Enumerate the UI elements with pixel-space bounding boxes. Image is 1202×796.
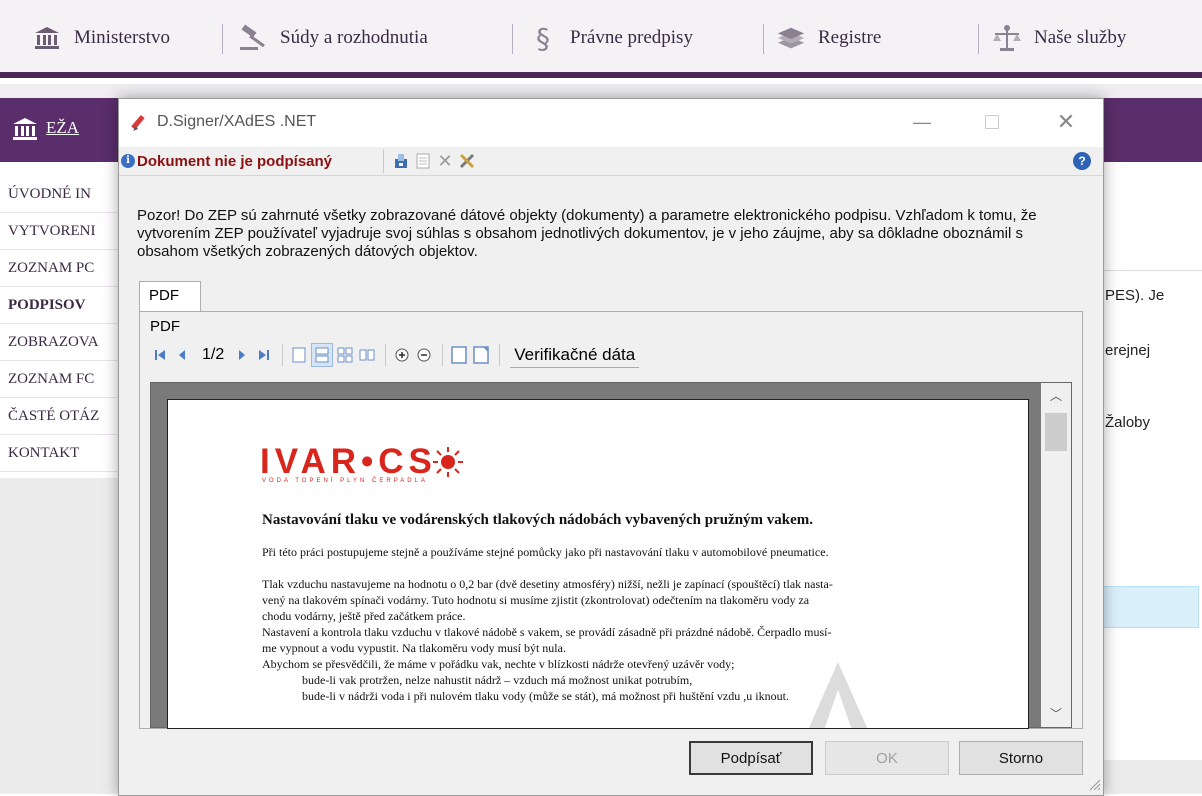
nav-label: Naše služby [1034,27,1127,48]
previous-page-icon[interactable] [172,344,192,366]
scroll-up-icon[interactable]: ︿ [1041,385,1071,407]
signer-dialog: D.Signer/XAdES .NET — ✕ i Dokument nie j… [118,98,1104,796]
bank-icon [12,116,38,147]
zoom-in-icon[interactable] [392,344,412,366]
minimize-button[interactable]: — [907,109,937,135]
scroll-thumb[interactable] [1045,413,1067,451]
sun-logo-icon [433,447,463,477]
books-icon [776,23,806,53]
dialog-toolbar: i Dokument nie je podpísaný ✕ ? [119,147,1103,176]
tab-pdf[interactable]: PDF [139,281,201,311]
document-paragraph: Abychom se přesvědčili, že máme v pořádk… [262,657,735,671]
portal-text-fragment: erejnej [1105,342,1151,359]
pdf-page: IVAR•CS VODA TOPENÍ PLYN ČERPADLA Nastav… [167,399,1029,729]
zep-notice: Pozor! Do ZEP sú zahrnuté všetky zobrazo… [137,207,1037,260]
cancel-button[interactable]: Storno [959,741,1083,775]
pdf-panel-label: PDF [150,318,180,335]
nav-label: Registre [818,27,882,48]
ivar-logo: IVAR•CS [260,442,463,482]
facing-pages-icon[interactable] [335,344,355,366]
document-paragraph: bude-li vak protržen, nelze nahustit nád… [302,673,693,687]
nav-item-sudy[interactable]: Súdy a rozhodnutia [238,20,428,56]
menu-item-zoznam-formularov[interactable]: ZOZNAM FC [0,361,120,398]
verification-data-button[interactable]: Verifikačné dáta [510,343,640,368]
maximize-button[interactable] [977,109,1007,135]
portal-left-menu: ÚVODNÉ IN VYTVORENI ZOZNAM PC PODPISOV Z… [0,176,120,472]
menu-item-zoznam-podani[interactable]: ZOZNAM PC [0,250,120,287]
sign-button[interactable]: Podpísať [689,741,813,775]
pdf-tab-panel: PDF 1/2 Verifikačné dáta IVAR•CS VODA TO… [139,311,1083,729]
portal-footer [1100,760,1202,794]
menu-item-podpisovanie[interactable]: PODPISOV [0,287,120,324]
scales-icon [992,23,1022,53]
portal-left-filler [0,478,120,794]
nav-item-registre[interactable]: Registre [776,20,881,56]
continuous-page-icon[interactable] [311,343,334,367]
first-page-icon[interactable] [150,344,170,366]
document-paragraph: bude-li v nádrži voda i při nulovém tlak… [302,689,789,703]
document-paragraph: chodu vodárny, ještě před začátkem práce… [262,609,466,623]
portal-text-fragment: PES). Je [1105,287,1165,304]
single-page-icon[interactable] [289,344,309,366]
tab-strip: PDF [139,281,1105,311]
delete-icon[interactable]: ✕ [435,151,455,171]
document-heading: Nastavování tlaku ve vodárenských tlakov… [262,512,814,528]
signature-status: i Dokument nie je podpísaný [121,150,332,172]
close-button[interactable]: ✕ [1051,109,1081,135]
tools-icon[interactable] [457,151,477,171]
paragraph-icon: § [536,21,550,55]
help-icon[interactable]: ? [1073,152,1091,170]
nav-label: Súdy a rozhodnutia [280,27,428,48]
menu-item-vytvorenie[interactable]: VYTVORENI [0,213,120,250]
document-paragraph: me vypnout a vodu vypustit. Na tlakoměru… [262,641,566,655]
menu-item-uvodne[interactable]: ÚVODNÉ IN [0,176,120,213]
pdf-viewer[interactable]: IVAR•CS VODA TOPENÍ PLYN ČERPADLA Nastav… [150,382,1072,729]
import-icon[interactable] [391,151,411,171]
nav-item-nase-sluzby[interactable]: Naše služby [992,20,1126,56]
two-page-icon[interactable] [357,344,377,366]
nav-label: Ministerstvo [74,27,171,48]
nav-label: Právne predpisy [570,27,693,48]
menu-item-zobrazovanie[interactable]: ZOBRAZOVA [0,324,120,361]
ivar-logo-subtitle: VODA TOPENÍ PLYN ČERPADLA [262,478,428,484]
menu-item-caste-otazky[interactable]: ČASTÉ OTÁZ [0,398,120,435]
portal-divider [1100,270,1202,271]
page-indicator: 1/2 [202,346,225,363]
dialog-titlebar[interactable]: D.Signer/XAdES .NET — ✕ [119,99,1103,147]
subheader-bar [0,84,1202,98]
document-paragraph: vený na tlakovém spínači vodárny. Tuto h… [262,593,810,607]
document-icon[interactable] [413,151,433,171]
ok-button[interactable]: OK [825,741,949,775]
fit-page-icon[interactable] [449,344,469,366]
pdf-toolbar: 1/2 Verifikačné dáta [150,342,640,368]
portal-text-fragment: Žaloby [1105,414,1151,431]
portal-title-link[interactable]: EŽA [46,118,79,138]
last-page-icon[interactable] [254,344,274,366]
gavel-icon [238,23,268,53]
document-paragraph: Nastavení a kontrola tlaku vzduchu v tla… [262,625,832,639]
nav-item-pravne-predpisy[interactable]: § Právne predpisy [528,20,693,56]
portal-info-box [1100,586,1199,628]
dialog-title: D.Signer/XAdES .NET [157,113,317,130]
document-paragraph: Tlak vzduchu nastavujeme na hodnotu o 0,… [262,577,833,591]
fit-width-icon[interactable] [471,344,491,366]
resize-grip-icon[interactable] [1085,775,1101,791]
zoom-out-icon[interactable] [414,344,434,366]
status-text: Dokument nie je podpísaný [137,152,333,170]
pen-icon [131,113,151,138]
menu-item-kontakt[interactable]: KONTAKT [0,435,120,472]
document-paragraph: Při této práci postupujeme stejně a použ… [262,545,829,559]
bank-icon [32,23,62,53]
info-icon: i [121,154,135,168]
nav-item-ministerstvo[interactable]: Ministerstvo [32,20,170,56]
next-page-icon[interactable] [232,344,252,366]
scroll-down-icon[interactable]: ﹀ [1041,703,1071,725]
top-navigation: Ministerstvo Súdy a rozhodnutia § Právne… [0,0,1202,78]
watermark-mark [808,662,868,728]
pdf-vertical-scrollbar[interactable]: ︿ ﹀ [1041,383,1071,727]
